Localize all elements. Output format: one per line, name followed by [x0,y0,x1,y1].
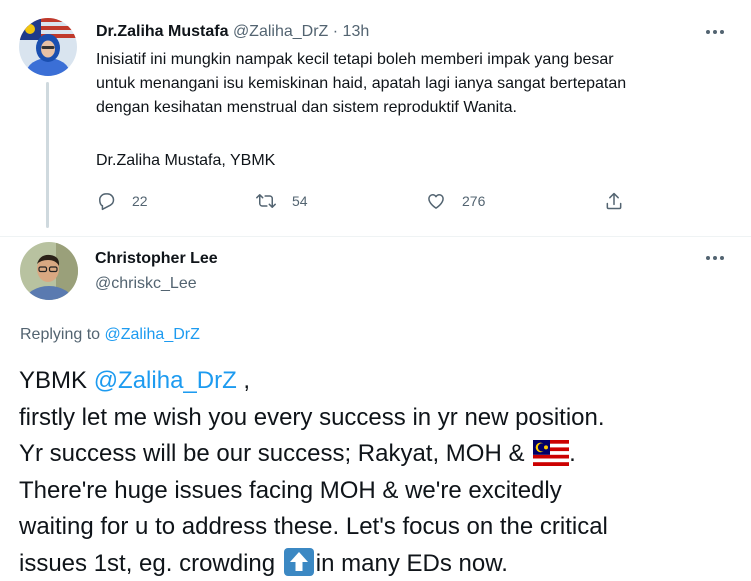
reply-author-name[interactable]: Christopher Lee [95,249,218,269]
greeting-text: YBMK [19,367,94,394]
replying-to-line: Replying to @Zaliha_DrZ [20,324,200,346]
like-count: 276 [462,193,486,209]
parent-tweet-header: Dr.Zaliha Mustafa @Zaliha_DrZ · 13h [96,22,369,42]
tweet-text-line: untuk menangani isu kemiskinan haid, apa… [96,75,627,92]
thread-connector-line [46,82,49,228]
malaysia-flag-emoji [533,440,570,466]
more-options-button[interactable] [703,250,727,266]
reply-icon [99,193,115,211]
tweet-thread: Dr.Zaliha Mustafa @Zaliha_DrZ · 13h Inis… [0,0,751,581]
author-handle[interactable]: @Zaliha_DrZ [233,23,328,40]
reply-text-segment: in many EDs now. [315,549,508,577]
heart-icon [428,194,444,209]
like-button[interactable]: 276 [426,188,485,214]
separator-dot: · [332,23,339,40]
mention-link[interactable]: @Zaliha_DrZ [94,367,237,394]
more-horizontal-icon-dot [713,256,717,260]
avatar-zaliha-image [19,18,77,76]
author-name[interactable]: Dr.Zaliha Mustafa [96,23,228,40]
retweet-button[interactable]: 54 [256,188,308,214]
reply-text-line-6: issues 1st, eg. crowding in many EDs now… [19,546,749,581]
reply-author-handle[interactable]: @chriskc_Lee [95,274,197,294]
reply-tweet-text: YBMK @Zaliha_DrZ , firstly let me wish y… [19,363,749,581]
reply-text-line-1: YBMK @Zaliha_DrZ , [19,363,749,400]
tweet-divider [0,236,751,237]
tweet-action-bar: 22 54 276 [96,188,636,214]
reply-text-line-4: There're huge issues facing MOH & we're … [19,476,562,504]
more-horizontal-icon-dot [706,30,710,34]
reply-text-segment: issues 1st, eg. crowding [19,549,282,577]
more-horizontal-icon-dot [713,30,717,34]
tweet-signature: Dr.Zaliha Mustafa, YBMK [96,152,276,169]
reply-count: 22 [132,193,148,209]
reply-text-period: . [569,440,576,467]
more-options-button[interactable] [703,24,727,40]
share-button[interactable] [604,188,624,214]
up-arrow-emoji [283,547,314,576]
tweet-text-line: dengan kesihatan menstrual dan sistem re… [96,99,517,116]
avatar-christopher[interactable] [20,242,78,300]
retweet-icon [256,194,276,208]
avatar-zaliha[interactable] [19,18,77,76]
more-horizontal-icon-dot [706,256,710,260]
more-horizontal-icon-dot [720,30,724,34]
reply-text-segment: Yr success will be our success; Rakyat, … [19,440,532,467]
share-icon [606,192,622,210]
tweet-text-line: Inisiatif ini mungkin nampak kecil tetap… [96,51,614,68]
reply-text-line-2: firstly let me wish you every success in… [19,403,605,431]
retweet-count: 54 [292,193,308,209]
replying-to-mention[interactable]: @Zaliha_DrZ [105,326,200,343]
tweet-time[interactable]: 13h [343,23,370,40]
replying-to-label: Replying to [20,326,105,343]
greeting-suffix: , [236,367,251,394]
more-horizontal-icon-dot [720,256,724,260]
parent-tweet[interactable]: Dr.Zaliha Mustafa @Zaliha_DrZ · 13h Inis… [0,0,751,236]
reply-text-line-5: waiting for u to address these. Let's fo… [19,513,608,540]
avatar-christopher-image [20,242,78,300]
parent-tweet-text: Inisiatif ini mungkin nampak kecil tetap… [96,48,736,120]
reply-button[interactable]: 22 [96,188,148,214]
reply-text-line-3: Yr success will be our success; Rakyat, … [19,436,749,473]
